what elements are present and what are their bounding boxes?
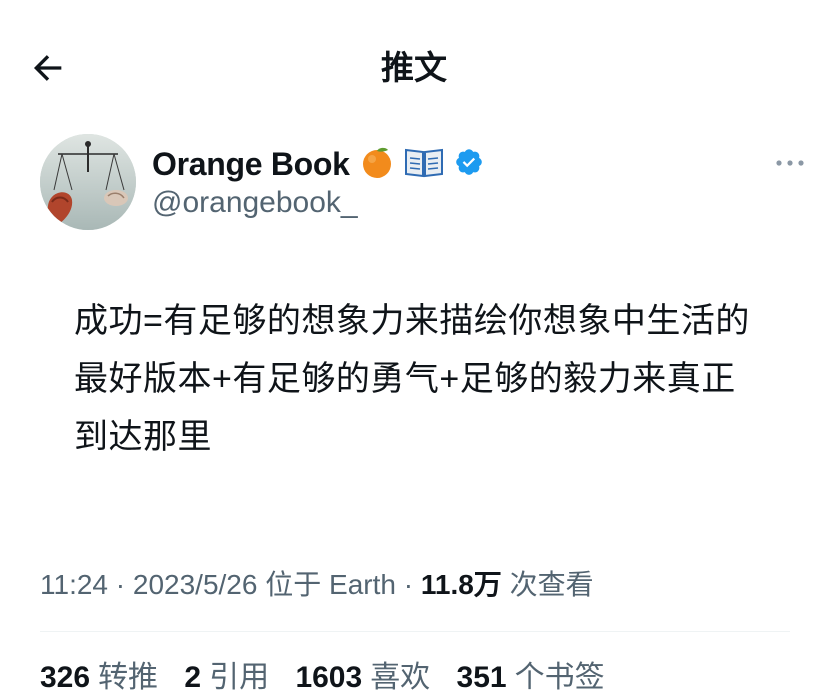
retweets-stat[interactable]: 326 转推 (40, 652, 158, 690)
tweet-location: 位于 Earth (257, 569, 396, 600)
user-handle[interactable]: @orangebook_ (152, 186, 358, 220)
tweet-time[interactable]: 11:24 (40, 569, 108, 600)
tweet-line: 最好版本+有足够的勇气+足够的毅力来真正 (74, 360, 736, 398)
bookmarks-stat[interactable]: 351 个书签 (457, 652, 605, 690)
avatar[interactable] (40, 134, 136, 230)
tweet-text: 成功=有足够的想象力来描绘你想象中生活的 最好版本+有足够的勇气+足够的毅力来真… (74, 292, 774, 466)
tweet-line: 成功=有足够的想象力来描绘你想象中生活的 (74, 302, 750, 340)
name-row: Orange Book (152, 142, 484, 186)
stat-label: 喜欢 (370, 661, 431, 690)
stat-count: 2 (184, 661, 202, 690)
stat-count: 326 (40, 661, 91, 690)
verified-badge-icon[interactable] (454, 147, 484, 182)
views-count: 11.8万 (420, 569, 502, 600)
tweet-line: 到达那里 (74, 418, 212, 456)
divider (40, 631, 790, 632)
tweet-meta: 11:24 · 2023/5/26 位于 Earth · 11.8万 次查看 (40, 563, 594, 603)
more-horizontal-icon (776, 160, 804, 166)
meta-separator: · (108, 569, 133, 600)
top-bar: 推文 (0, 0, 828, 120)
tweet-author: Orange Book @orangebook_ (40, 134, 804, 234)
stat-count: 1603 (295, 661, 363, 690)
stat-count: 351 (456, 661, 507, 690)
likes-stat[interactable]: 1603 喜欢 (295, 652, 430, 690)
open-book-emoji (404, 146, 444, 183)
page-title: 推文 (381, 49, 447, 86)
stat-label: 个书签 (514, 661, 605, 690)
views-label: 次查看 (501, 569, 594, 600)
avatar-image (40, 134, 136, 230)
engagement-stats: 326 转推 2 引用 1603 喜欢 351 个书签 (40, 652, 623, 690)
orange-emoji (360, 145, 394, 184)
stat-label: 引用 (209, 661, 270, 690)
more-options-button[interactable] (768, 148, 812, 178)
quotes-stat[interactable]: 2 引用 (184, 652, 269, 690)
display-name[interactable]: Orange Book (152, 146, 350, 183)
stat-label: 转推 (98, 661, 159, 690)
tweet-date[interactable]: 2023/5/26 (133, 569, 258, 600)
meta-separator: · (395, 569, 421, 600)
